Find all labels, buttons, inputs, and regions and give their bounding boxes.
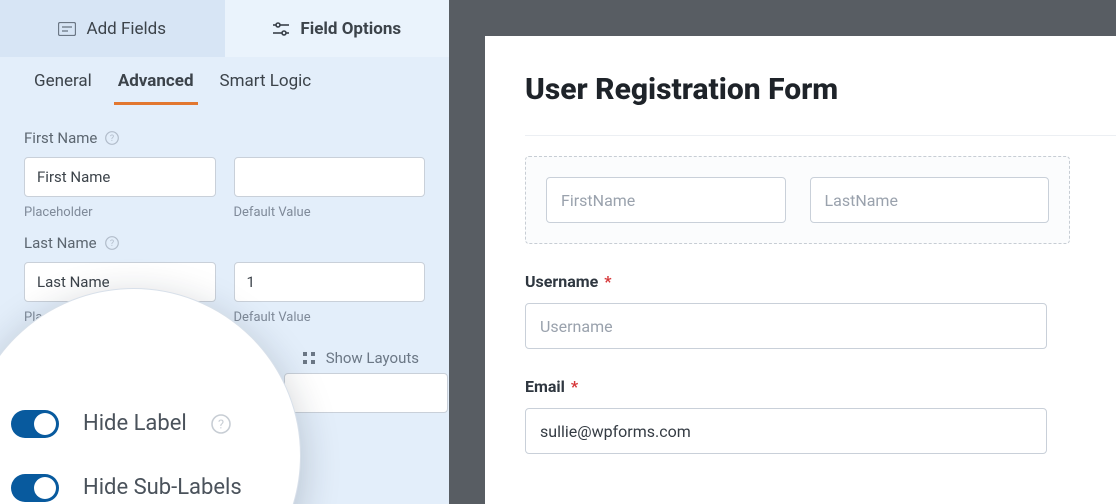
form-preview: User Registration Form FirstName LastNam… bbox=[485, 36, 1116, 504]
left-panel-tabs: Add Fields Field Options bbox=[0, 0, 449, 57]
svg-text:?: ? bbox=[109, 239, 113, 249]
help-icon[interactable]: ? bbox=[105, 236, 119, 250]
first-name-label-row: First Name ? bbox=[24, 129, 425, 147]
first-name-label: First Name bbox=[24, 129, 97, 147]
first-name-placeholder-input[interactable] bbox=[24, 157, 216, 197]
email-input[interactable]: sullie@wpforms.com bbox=[525, 408, 1047, 454]
name-field-block[interactable]: FirstName LastName bbox=[525, 156, 1070, 244]
email-label: Email * bbox=[525, 377, 1116, 396]
username-label-text: Username bbox=[525, 272, 598, 291]
required-mark: * bbox=[571, 377, 578, 396]
caption-default-value-2: Default Value bbox=[234, 310, 426, 325]
email-label-text: Email bbox=[525, 377, 565, 396]
partial-input[interactable] bbox=[284, 373, 448, 413]
required-mark: * bbox=[604, 272, 611, 291]
svg-text:?: ? bbox=[110, 134, 114, 144]
first-name-preview-input[interactable]: FirstName bbox=[546, 177, 786, 223]
app-stage: Add Fields Field Options General Advance… bbox=[0, 0, 1116, 504]
help-icon[interactable]: ? bbox=[105, 131, 119, 145]
svg-text:?: ? bbox=[218, 417, 224, 432]
first-name-default-input[interactable] bbox=[234, 157, 426, 197]
hide-sub-labels-text: Hide Sub-Labels bbox=[83, 475, 242, 500]
hide-label-text: Hide Label bbox=[83, 411, 187, 436]
last-name-label-row: Last Name ? bbox=[24, 234, 425, 252]
separator bbox=[525, 135, 1116, 136]
grid-icon bbox=[302, 351, 316, 365]
help-icon[interactable]: ? bbox=[211, 414, 231, 434]
last-name-label: Last Name bbox=[24, 234, 97, 252]
tab-field-options-label: Field Options bbox=[300, 19, 401, 39]
sliders-icon bbox=[272, 22, 290, 36]
username-label: Username * bbox=[525, 272, 1116, 291]
toggle-hide-label[interactable] bbox=[11, 410, 59, 438]
form-icon bbox=[58, 22, 76, 36]
last-name-preview-input[interactable]: LastName bbox=[810, 177, 1050, 223]
tab-field-options[interactable]: Field Options bbox=[225, 0, 450, 57]
form-title: User Registration Form bbox=[525, 72, 1116, 107]
show-layouts-label: Show Layouts bbox=[326, 349, 419, 367]
last-name-default-input[interactable] bbox=[234, 262, 426, 302]
caption-default-value: Default Value bbox=[234, 205, 426, 220]
subtab-general[interactable]: General bbox=[34, 71, 92, 105]
tab-add-fields[interactable]: Add Fields bbox=[0, 0, 225, 57]
tab-add-fields-label: Add Fields bbox=[86, 19, 166, 39]
subtabs: General Advanced Smart Logic bbox=[0, 57, 449, 105]
subtab-smart-logic[interactable]: Smart Logic bbox=[220, 71, 312, 105]
toggle-hide-sub-labels[interactable] bbox=[11, 474, 59, 502]
username-input[interactable]: Username bbox=[525, 303, 1047, 349]
caption-placeholder: Placeholder bbox=[24, 205, 216, 220]
subtab-advanced[interactable]: Advanced bbox=[118, 71, 194, 105]
